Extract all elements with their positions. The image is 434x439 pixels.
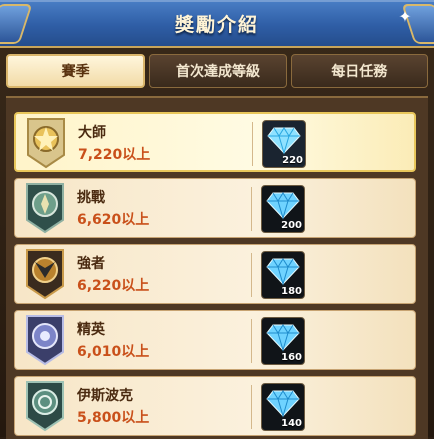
- tab-bar: 賽季 首次達成等級 每日任務: [6, 54, 428, 90]
- tab-daily-missions[interactable]: 每日任務: [290, 54, 428, 88]
- diamond-icon: [266, 324, 300, 352]
- row-divider: [251, 385, 252, 429]
- rank-threshold: 7,220以上: [78, 147, 151, 163]
- reward-info-window: 獎勵介紹 ✦ 賽季 首次達成等級 每日任務 大師 7,220以上 220 挑戰 …: [0, 0, 434, 439]
- sparkle-icon: ✦: [398, 7, 412, 26]
- reward-row-master: 大師 7,220以上 220: [14, 112, 416, 172]
- rank-threshold: 5,800以上: [77, 410, 150, 426]
- reward-row-strong: 強者 6,220以上 180: [14, 244, 416, 304]
- reward-quantity: 160: [281, 352, 302, 363]
- diamond-icon: [267, 127, 301, 155]
- elite-badge-icon: [26, 315, 64, 366]
- reward-row-elite: 精英 6,010以上 160: [14, 310, 416, 370]
- reward-quantity: 180: [281, 286, 302, 297]
- row-divider: [252, 122, 253, 166]
- reward-quantity: 200: [281, 220, 302, 231]
- row-divider: [251, 187, 252, 231]
- reward-item-diamond[interactable]: 200: [261, 185, 305, 233]
- rank-name: 挑戰: [77, 190, 105, 206]
- rank-name: 大師: [78, 125, 106, 141]
- reward-list: 大師 7,220以上 220 挑戰 6,620以上 200 強者 6,220以上…: [6, 96, 428, 439]
- diamond-icon: [266, 390, 300, 418]
- strong-badge-icon: [26, 249, 64, 300]
- reward-quantity: 220: [282, 155, 303, 166]
- ispoke-badge-icon: [26, 381, 64, 432]
- reward-item-diamond[interactable]: 220: [262, 120, 306, 168]
- tab-season[interactable]: 賽季: [6, 54, 146, 88]
- reward-item-diamond[interactable]: 160: [261, 317, 305, 365]
- rank-name: 強者: [77, 256, 105, 272]
- window-title: 獎勵介紹: [174, 14, 259, 36]
- rank-name: 精英: [77, 322, 105, 338]
- master-badge-icon: [27, 118, 65, 169]
- tab-first-rank-reach[interactable]: 首次達成等級: [149, 54, 287, 88]
- rank-name: 伊斯波克: [77, 388, 133, 404]
- rank-threshold: 6,010以上: [77, 344, 150, 360]
- reward-item-diamond[interactable]: 140: [261, 383, 305, 431]
- title-bar: 獎勵介紹 ✦: [0, 0, 434, 48]
- row-divider: [251, 319, 252, 363]
- rank-threshold: 6,620以上: [77, 212, 150, 228]
- rank-threshold: 6,220以上: [77, 278, 150, 294]
- reward-row-challenger: 挑戰 6,620以上 200: [14, 178, 416, 238]
- reward-item-diamond[interactable]: 180: [261, 251, 305, 299]
- row-divider: [251, 253, 252, 297]
- challenger-badge-icon: [26, 183, 64, 234]
- reward-quantity: 140: [281, 418, 302, 429]
- reward-row-ispoke: 伊斯波克 5,800以上 140: [14, 376, 416, 436]
- diamond-icon: [266, 192, 300, 220]
- diamond-icon: [266, 258, 300, 286]
